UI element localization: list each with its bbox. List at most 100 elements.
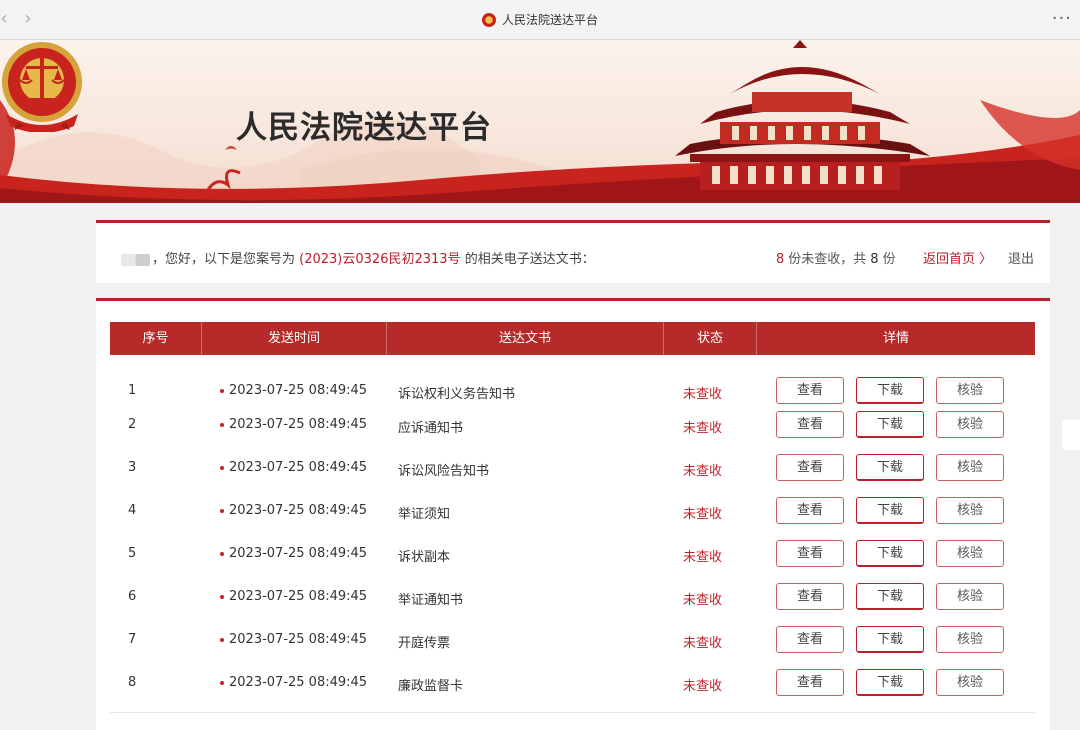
row-index: 8	[128, 675, 137, 690]
row-send-time: 2023-07-25 08:49:45	[220, 632, 367, 647]
row-index: 3	[128, 460, 137, 475]
row-document-name: 举证通知书	[398, 593, 464, 608]
verify-button[interactable]: 核验	[936, 454, 1004, 481]
view-button[interactable]: 查看	[776, 411, 844, 438]
row-status: 未查收	[683, 593, 723, 608]
row-index: 2	[128, 417, 137, 432]
row-send-time-value: 2023-07-25 08:49:45	[229, 632, 368, 647]
row-document-name: 应诉通知书	[398, 421, 464, 436]
site-title: 人民法院送达平台	[236, 110, 492, 146]
column-header-document: 送达文书	[387, 322, 664, 355]
table-header: 序号 发送时间 送达文书 状态 详情	[110, 322, 1035, 355]
masked-username	[114, 253, 150, 266]
row-document-name: 举证须知	[398, 507, 451, 522]
logout-link[interactable]: 退出	[1008, 248, 1034, 267]
row-index: 6	[128, 589, 137, 604]
download-button[interactable]: 下载	[856, 411, 924, 438]
return-home-link[interactable]: 返回首页 〉	[923, 248, 992, 267]
row-status: 未查收	[683, 464, 723, 479]
greeting-prefix: ，您好，以下是您案号为	[152, 252, 296, 267]
row-document-name: 诉讼风险告知书	[398, 464, 490, 479]
row-document-name: 廉政监督卡	[398, 679, 464, 694]
row-send-time-value: 2023-07-25 08:49:45	[229, 675, 368, 690]
view-button[interactable]: 查看	[776, 377, 844, 404]
verify-button[interactable]: 核验	[936, 626, 1004, 653]
table-row: 2 2023-07-25 08:49:45 应诉通知书 未查收 查看 下载 核验	[110, 410, 1035, 440]
table-row: 5 2023-07-25 08:49:45 诉状副本 未查收 查看 下载 核验	[110, 539, 1035, 569]
more-icon[interactable]: ···	[1052, 8, 1072, 29]
table-row: 7 2023-07-25 08:49:45 开庭传票 未查收 查看 下载 核验	[110, 625, 1035, 655]
unread-label: 份未查收，共	[788, 252, 867, 267]
bullet-dot	[220, 637, 224, 642]
row-status: 未查收	[683, 421, 723, 436]
download-button[interactable]: 下载	[856, 626, 924, 653]
row-index: 1	[128, 383, 137, 398]
verify-button[interactable]: 核验	[936, 377, 1004, 404]
side-tab[interactable]	[1062, 420, 1080, 450]
banner-artwork	[0, 40, 1080, 203]
greeting-suffix: 的相关电子送达文书：	[464, 252, 595, 267]
bullet-dot	[220, 465, 224, 470]
row-document-name: 诉状副本	[398, 550, 451, 565]
view-button[interactable]: 查看	[776, 669, 844, 696]
row-document-name: 开庭传票	[398, 636, 451, 651]
browser-titlebar: ‹ › 人民法院送达平台 ···	[0, 0, 1080, 40]
column-header-send-time: 发送时间	[202, 322, 387, 355]
column-header-index: 序号	[110, 322, 202, 355]
unread-summary: 8 份未查收，共 8 份	[772, 248, 896, 267]
view-button[interactable]: 查看	[776, 583, 844, 610]
bullet-dot	[220, 388, 224, 393]
row-index: 7	[128, 632, 137, 647]
verify-button[interactable]: 核验	[936, 669, 1004, 696]
bullet-dot	[220, 551, 224, 556]
row-status: 未查收	[683, 550, 723, 565]
greeting-text: ，您好，以下是您案号为 (2023)云0326民初2313号 的相关电子送达文书…	[114, 248, 595, 267]
table-bottom-border	[110, 712, 1035, 713]
view-button[interactable]: 查看	[776, 540, 844, 567]
table-row: 4 2023-07-25 08:49:45 举证须知 未查收 查看 下载 核验	[110, 496, 1035, 526]
unread-count: 8	[776, 252, 785, 267]
bullet-dot	[220, 508, 224, 513]
row-send-time: 2023-07-25 08:49:45	[220, 675, 367, 690]
column-header-status: 状态	[664, 322, 757, 355]
table-row: 3 2023-07-25 08:49:45 诉讼风险告知书 未查收 查看 下载 核验	[110, 453, 1035, 483]
bullet-dot	[220, 680, 224, 685]
verify-button[interactable]: 核验	[936, 583, 1004, 610]
row-send-time: 2023-07-25 08:49:45	[220, 546, 367, 561]
download-button[interactable]: 下载	[856, 583, 924, 610]
download-button[interactable]: 下载	[856, 540, 924, 567]
verify-button[interactable]: 核验	[936, 497, 1004, 524]
view-button[interactable]: 查看	[776, 626, 844, 653]
bullet-dot	[220, 594, 224, 599]
table-row: 8 2023-07-25 08:49:45 廉政监督卡 未查收 查看 下载 核验	[110, 668, 1035, 698]
total-count: 8	[870, 252, 879, 267]
verify-button[interactable]: 核验	[936, 540, 1004, 567]
documents-table: 序号 发送时间 送达文书 状态 详情 1 2023-07-25 08:49:45 诉…	[96, 298, 1050, 730]
tab-title: 人民法院送达平台	[501, 13, 598, 27]
court-emblem-icon	[2, 42, 82, 132]
table-row: 1 2023-07-25 08:49:45 诉讼权利义务告知书 未查收 查看 下载 核验	[110, 376, 1035, 406]
row-send-time-value: 2023-07-25 08:49:45	[229, 503, 368, 518]
row-send-time-value: 2023-07-25 08:49:45	[229, 417, 368, 432]
row-send-time: 2023-07-25 08:49:45	[220, 460, 367, 475]
total-unit: 份	[882, 252, 896, 267]
download-button[interactable]: 下载	[856, 377, 924, 404]
view-button[interactable]: 查看	[776, 497, 844, 524]
column-header-detail: 详情	[882, 331, 909, 346]
download-button[interactable]: 下载	[856, 669, 924, 696]
bullet-dot	[220, 422, 224, 427]
row-send-time-value: 2023-07-25 08:49:45	[229, 589, 368, 604]
case-info-bar: ，您好，以下是您案号为 (2023)云0326民初2313号 的相关电子送达文书…	[96, 220, 1050, 283]
case-number: (2023)云0326民初2313号	[299, 252, 461, 267]
verify-button[interactable]: 核验	[936, 411, 1004, 438]
court-favicon-icon	[481, 12, 496, 27]
view-button[interactable]: 查看	[776, 454, 844, 481]
browser-tab[interactable]: 人民法院送达平台	[0, 11, 1080, 30]
download-button[interactable]: 下载	[856, 497, 924, 524]
row-status: 未查收	[683, 679, 723, 694]
row-send-time: 2023-07-25 08:49:45	[220, 383, 367, 398]
download-button[interactable]: 下载	[856, 454, 924, 481]
row-status: 未查收	[683, 636, 723, 651]
row-send-time-value: 2023-07-25 08:49:45	[229, 383, 368, 398]
row-send-time: 2023-07-25 08:49:45	[220, 503, 367, 518]
